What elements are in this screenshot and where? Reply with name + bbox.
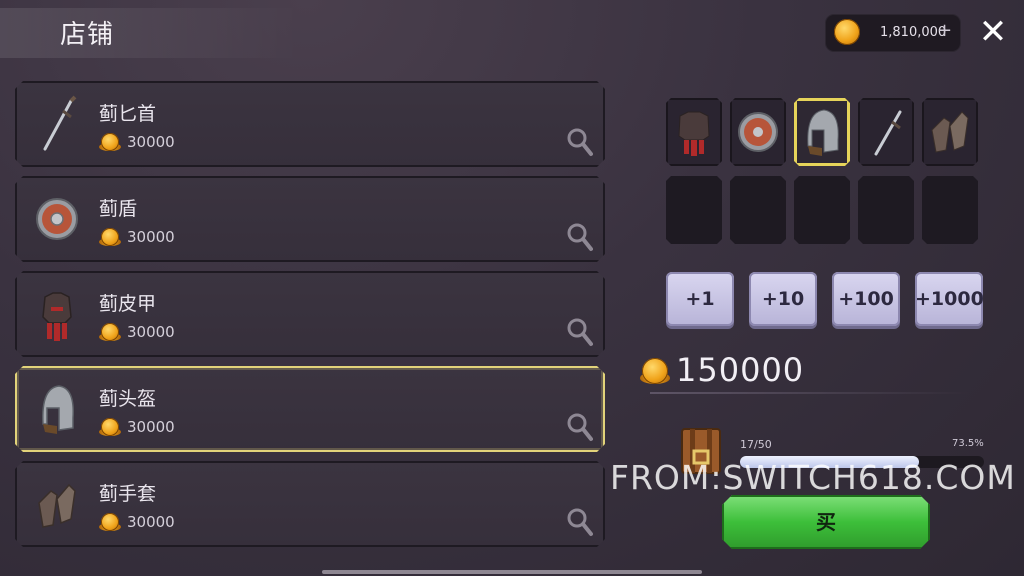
cart-slot-empty[interactable] bbox=[858, 176, 914, 244]
magnifier-icon[interactable] bbox=[567, 317, 593, 347]
gold-coin-icon bbox=[101, 133, 119, 151]
total-price: 150000 bbox=[676, 351, 805, 389]
gauntlets-icon bbox=[35, 473, 79, 535]
shop-item-armor[interactable]: 蓟皮甲 30000 bbox=[15, 271, 605, 357]
dagger-icon bbox=[864, 106, 908, 158]
item-name: 蓟手套 bbox=[99, 483, 157, 505]
buy-button[interactable]: 买 bbox=[722, 495, 930, 549]
item-price: 30000 bbox=[127, 323, 175, 341]
inventory-percent: 73.5% bbox=[952, 438, 984, 449]
add-1-button[interactable]: +1 bbox=[666, 272, 734, 326]
gold-coin-icon bbox=[101, 323, 119, 341]
item-name: 蓟皮甲 bbox=[99, 293, 157, 315]
cart-slot-empty[interactable] bbox=[730, 176, 786, 244]
watermark: FROM:SWITCH618.COM bbox=[610, 458, 1016, 497]
leather-armor-icon bbox=[672, 106, 716, 158]
round-shield-icon bbox=[736, 106, 780, 158]
add-10-button[interactable]: +10 bbox=[749, 272, 817, 326]
item-name: 蓟匕首 bbox=[99, 103, 157, 125]
magnifier-icon[interactable] bbox=[567, 507, 593, 537]
add-currency-button[interactable]: + bbox=[937, 20, 952, 41]
cart-slot-empty[interactable] bbox=[666, 176, 722, 244]
add-100-button[interactable]: +100 bbox=[832, 272, 900, 326]
item-name: 蓟头盔 bbox=[99, 388, 157, 410]
round-shield-icon bbox=[35, 188, 79, 250]
cart-slot-dagger[interactable] bbox=[858, 98, 914, 166]
shop-item-helmet[interactable]: 蓟头盔 30000 bbox=[15, 366, 605, 452]
gold-coin-icon bbox=[101, 513, 119, 531]
gauntlets-icon bbox=[928, 106, 972, 158]
magnifier-icon[interactable] bbox=[567, 412, 593, 442]
gold-coin-icon bbox=[101, 228, 119, 246]
dagger-icon bbox=[35, 93, 79, 155]
helmet-icon bbox=[35, 378, 79, 440]
gold-coin-icon bbox=[101, 418, 119, 436]
page-title: 店铺 bbox=[60, 20, 115, 50]
item-name: 蓟盾 bbox=[99, 198, 138, 220]
title-glow bbox=[0, 8, 300, 58]
shop-item-dagger[interactable]: 蓟匕首 30000 bbox=[15, 81, 605, 167]
item-price: 30000 bbox=[127, 133, 175, 151]
helmet-icon bbox=[800, 106, 844, 158]
home-indicator bbox=[322, 570, 702, 574]
cart-slot-shield[interactable] bbox=[730, 98, 786, 166]
gold-coin-icon bbox=[832, 19, 862, 45]
divider bbox=[650, 392, 970, 394]
cart-slot-gauntlets[interactable] bbox=[922, 98, 978, 166]
shop-item-shield[interactable]: 蓟盾 30000 bbox=[15, 176, 605, 262]
item-price: 30000 bbox=[127, 418, 175, 436]
magnifier-icon[interactable] bbox=[567, 127, 593, 157]
item-price: 30000 bbox=[127, 513, 175, 531]
cart-slot-empty[interactable] bbox=[922, 176, 978, 244]
cart-slot-armor[interactable] bbox=[666, 98, 722, 166]
gold-coin-icon bbox=[640, 358, 670, 384]
magnifier-icon[interactable] bbox=[567, 222, 593, 252]
close-icon[interactable]: ✕ bbox=[978, 15, 1008, 49]
inventory-count: 17/50 bbox=[740, 438, 772, 451]
leather-armor-icon bbox=[35, 283, 79, 345]
cart-slot-empty[interactable] bbox=[794, 176, 850, 244]
shop-item-gauntlets[interactable]: 蓟手套 30000 bbox=[15, 461, 605, 547]
item-price: 30000 bbox=[127, 228, 175, 246]
cart-slot-helmet[interactable] bbox=[794, 98, 850, 166]
add-1000-button[interactable]: +1000 bbox=[915, 272, 984, 326]
